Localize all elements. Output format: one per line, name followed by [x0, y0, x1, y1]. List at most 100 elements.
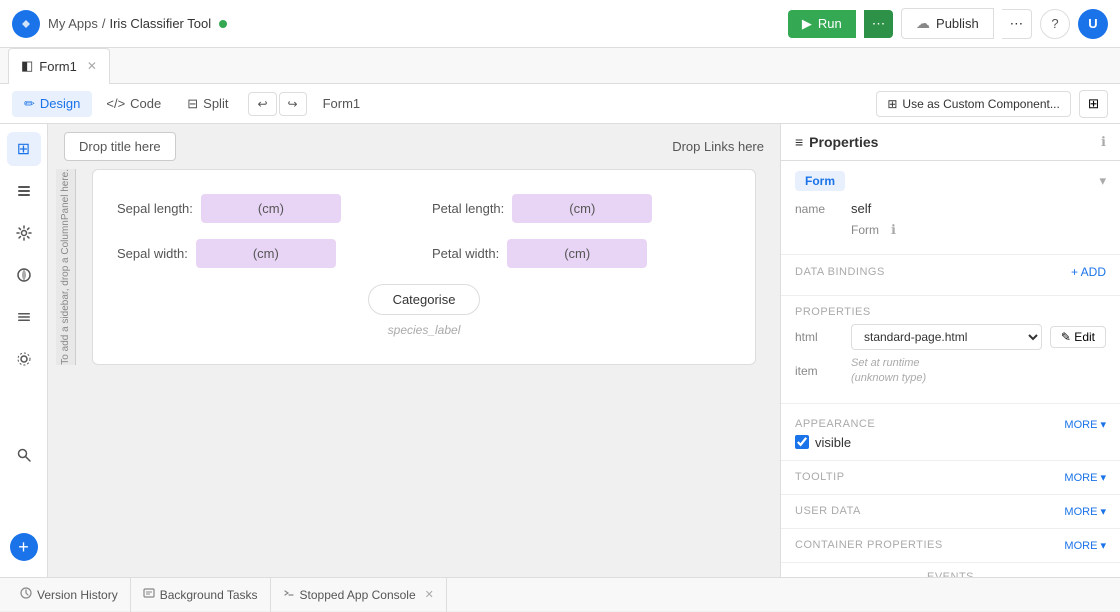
sidebar-item-theme[interactable]	[7, 258, 41, 292]
user-data-header: USER DATA	[795, 505, 861, 517]
properties-panel: ≡ Properties ℹ Form ▾ name self Form ℹ	[780, 124, 1120, 577]
background-tasks-icon	[143, 587, 155, 602]
help-button[interactable]: ?	[1040, 9, 1070, 39]
user-data-section: USER DATA MORE ▾	[781, 495, 1120, 529]
petal-length-input[interactable]: (cm)	[512, 194, 652, 223]
properties-icon: ≡	[795, 134, 803, 150]
sepal-width-input[interactable]: (cm)	[196, 239, 336, 268]
background-tasks-tab[interactable]: Background Tasks	[131, 578, 271, 612]
form-row-1: Sepal length: (cm) Petal length: (cm)	[117, 194, 731, 223]
breadcrumb-separator: /	[102, 16, 106, 31]
container-header: CONTAINER PROPERTIES	[795, 539, 943, 551]
drop-links-button[interactable]: Drop Links here	[672, 139, 764, 154]
container-properties-section: CONTAINER PROPERTIES MORE ▾	[781, 529, 1120, 563]
sidebar-item-components[interactable]: ⊞	[7, 132, 41, 166]
properties-help-icon[interactable]: ℹ	[1101, 134, 1106, 150]
container-more-button[interactable]: MORE ▾	[1064, 539, 1106, 552]
html-row: html standard-page.html ✎ Edit	[795, 324, 1106, 350]
tooltip-section: TOOLTIP MORE ▾	[781, 461, 1120, 495]
data-bindings-section: DATA BINDINGS + ADD	[781, 255, 1120, 296]
drop-title-button[interactable]: Drop title here	[64, 132, 176, 161]
events-header: EVENTS	[795, 571, 1106, 577]
form-canvas: Sepal length: (cm) Petal length: (cm) Se…	[92, 169, 756, 365]
form-dropdown-icon[interactable]: ▾	[1099, 173, 1106, 189]
app-console-close-button[interactable]: ✕	[425, 588, 434, 601]
form-type-badge: Form	[795, 171, 845, 191]
grid-icon: ⊞	[1088, 96, 1099, 111]
properties-section: PROPERTIES html standard-page.html ✎ Edi…	[781, 296, 1120, 404]
sepal-length-group: Sepal length: (cm)	[117, 194, 416, 223]
my-apps-link[interactable]: My Apps	[48, 16, 98, 31]
properties-panel-title: ≡ Properties	[795, 134, 878, 150]
run-button[interactable]: ▶ Run	[788, 10, 856, 38]
sidebar-item-search[interactable]	[7, 438, 41, 472]
html-select[interactable]: standard-page.html	[851, 324, 1042, 350]
categorise-button[interactable]: Categorise	[368, 284, 481, 315]
appearance-more-button[interactable]: MORE ▾	[1064, 418, 1106, 431]
main-area: ⊞ + Drop title here Drop Links here	[0, 124, 1120, 577]
grid-button[interactable]: ⊞	[1079, 90, 1108, 118]
sidebar-item-nav[interactable]	[7, 300, 41, 334]
canvas-header: Drop title here Drop Links here	[48, 124, 780, 169]
publish-dropdown-button[interactable]: ⋯	[1002, 9, 1032, 39]
redo-button[interactable]: ↪	[279, 92, 307, 116]
version-history-icon	[20, 587, 32, 602]
cloud-icon: ☁	[916, 15, 930, 32]
toolbar-form-title: Form1	[323, 96, 361, 111]
tooltip-header: TOOLTIP	[795, 471, 845, 483]
petal-length-group: Petal length: (cm)	[432, 194, 731, 223]
sepal-length-input[interactable]: (cm)	[201, 194, 341, 223]
visible-checkbox[interactable]	[795, 435, 809, 449]
undo-redo-group: ↩ ↪	[248, 92, 306, 116]
code-tab[interactable]: </> Code	[94, 91, 173, 117]
run-icon: ▶	[802, 16, 812, 32]
sepal-width-label: Sepal width:	[117, 246, 188, 261]
topbar-left: My Apps / Iris Classifier Tool	[12, 10, 227, 38]
add-component-button[interactable]: +	[10, 533, 38, 561]
sidebar-item-data[interactable]	[7, 174, 41, 208]
avatar[interactable]: U	[1078, 9, 1108, 39]
sepal-width-group: Sepal width: (cm)	[117, 239, 416, 268]
sidebar-item-settings[interactable]	[7, 216, 41, 250]
undo-button[interactable]: ↩	[248, 92, 276, 116]
visible-label: visible	[815, 435, 851, 450]
user-data-more-button[interactable]: MORE ▾	[1064, 505, 1106, 518]
add-binding-button[interactable]: + ADD	[1071, 265, 1106, 279]
item-row: item Set at runtime(unknown type)	[795, 356, 1106, 387]
breadcrumb: My Apps / Iris Classifier Tool	[48, 16, 227, 31]
app-console-tab[interactable]: Stopped App Console ✕	[271, 578, 447, 612]
item-value: Set at runtime(unknown type)	[851, 356, 926, 387]
custom-component-button[interactable]: ⊞ Use as Custom Component...	[876, 91, 1070, 117]
petal-width-input[interactable]: (cm)	[507, 239, 647, 268]
form-type-help-icon[interactable]: ℹ	[891, 222, 896, 238]
canvas-area: Drop title here Drop Links here To add a…	[48, 124, 780, 577]
edit-html-button[interactable]: ✎ Edit	[1050, 326, 1106, 348]
tab-close-button[interactable]: ✕	[87, 59, 97, 73]
tab-form1[interactable]: ◧ Form1 ✕	[8, 48, 110, 84]
sepal-length-label: Sepal length:	[117, 201, 193, 216]
design-tab[interactable]: ✏ Design	[12, 91, 92, 117]
container-header-row: CONTAINER PROPERTIES MORE ▾	[795, 535, 1106, 556]
user-data-header-row: USER DATA MORE ▾	[795, 501, 1106, 522]
petal-length-label: Petal length:	[432, 201, 504, 216]
properties-sub-header: PROPERTIES	[795, 306, 1106, 318]
name-value: self	[851, 201, 871, 216]
split-tab[interactable]: ⊟ Split	[175, 91, 240, 117]
data-bindings-header: DATA BINDINGS + ADD	[795, 265, 1106, 279]
topbar-right: ▶ Run ⋯ ☁ Publish ⋯ ? U	[788, 8, 1108, 39]
run-dropdown-button[interactable]: ⋯	[864, 10, 893, 38]
code-icon: </>	[106, 96, 125, 111]
species-label: species_label	[117, 323, 731, 337]
app-name: Iris Classifier Tool	[109, 16, 211, 31]
editor-toolbar: ✏ Design </> Code ⊟ Split ↩ ↪ Form1 ⊞ Us…	[0, 84, 1120, 124]
bottombar: Version History Background Tasks Stopped…	[0, 577, 1120, 611]
app-logo	[12, 10, 40, 38]
canvas-body: To add a sidebar, drop a ColumnPanel her…	[56, 169, 772, 365]
sidebar-item-services[interactable]	[7, 342, 41, 376]
tooltip-more-button[interactable]: MORE ▾	[1064, 471, 1106, 484]
version-history-tab[interactable]: Version History	[8, 578, 131, 612]
split-icon: ⊟	[187, 96, 198, 112]
publish-button[interactable]: ☁ Publish	[901, 8, 994, 39]
sidebar-icons: ⊞ +	[0, 124, 48, 577]
tab-form-icon: ◧	[21, 58, 33, 74]
